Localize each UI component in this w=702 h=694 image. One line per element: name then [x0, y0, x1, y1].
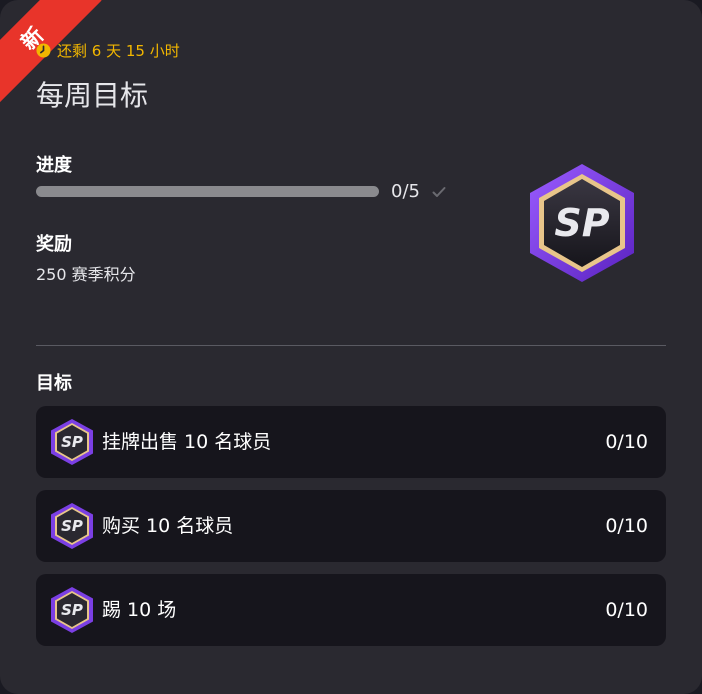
season-points-badge-icon: SP	[51, 587, 93, 633]
season-points-badge-icon: SP	[51, 419, 93, 465]
badge-sp-text: SP	[61, 433, 83, 451]
objectives-heading: 目标	[36, 373, 72, 394]
objective-label: 踢 10 场	[102, 599, 177, 621]
objective-label: 购买 10 名球员	[102, 515, 234, 537]
clock-icon	[36, 42, 51, 58]
section-divider	[36, 345, 666, 346]
progress-count: 0/5	[391, 181, 420, 202]
badge-sp-text: SP	[61, 601, 83, 619]
page-title: 每周目标	[36, 79, 149, 112]
objective-row[interactable]: SP 挂牌出售 10 名球员 0/10	[36, 406, 666, 478]
season-points-badge-icon: SP	[51, 503, 93, 549]
check-icon	[432, 187, 446, 197]
season-points-badge-icon: SP	[530, 164, 634, 282]
objective-label: 挂牌出售 10 名球员	[102, 431, 272, 453]
badge-sp-text: SP	[61, 517, 83, 535]
progress-heading: 进度	[36, 155, 72, 176]
time-remaining: 还剩 6 天 15 小时	[36, 38, 180, 62]
weekly-objectives-card: 新 还剩 6 天 15 小时 每周目标 进度 0/5 奖励 250 赛季积分 S…	[0, 0, 702, 694]
progress-bar	[36, 186, 379, 197]
time-remaining-text: 还剩 6 天 15 小时	[57, 41, 180, 60]
reward-amount: 250 赛季积分	[36, 265, 136, 284]
objective-count: 0/10	[605, 599, 648, 621]
objective-count: 0/10	[605, 431, 648, 453]
objective-count: 0/10	[605, 515, 648, 537]
objective-row[interactable]: SP 踢 10 场 0/10	[36, 574, 666, 646]
badge-sp-text: SP	[554, 201, 609, 245]
objective-row[interactable]: SP 购买 10 名球员 0/10	[36, 490, 666, 562]
reward-heading: 奖励	[36, 234, 72, 255]
